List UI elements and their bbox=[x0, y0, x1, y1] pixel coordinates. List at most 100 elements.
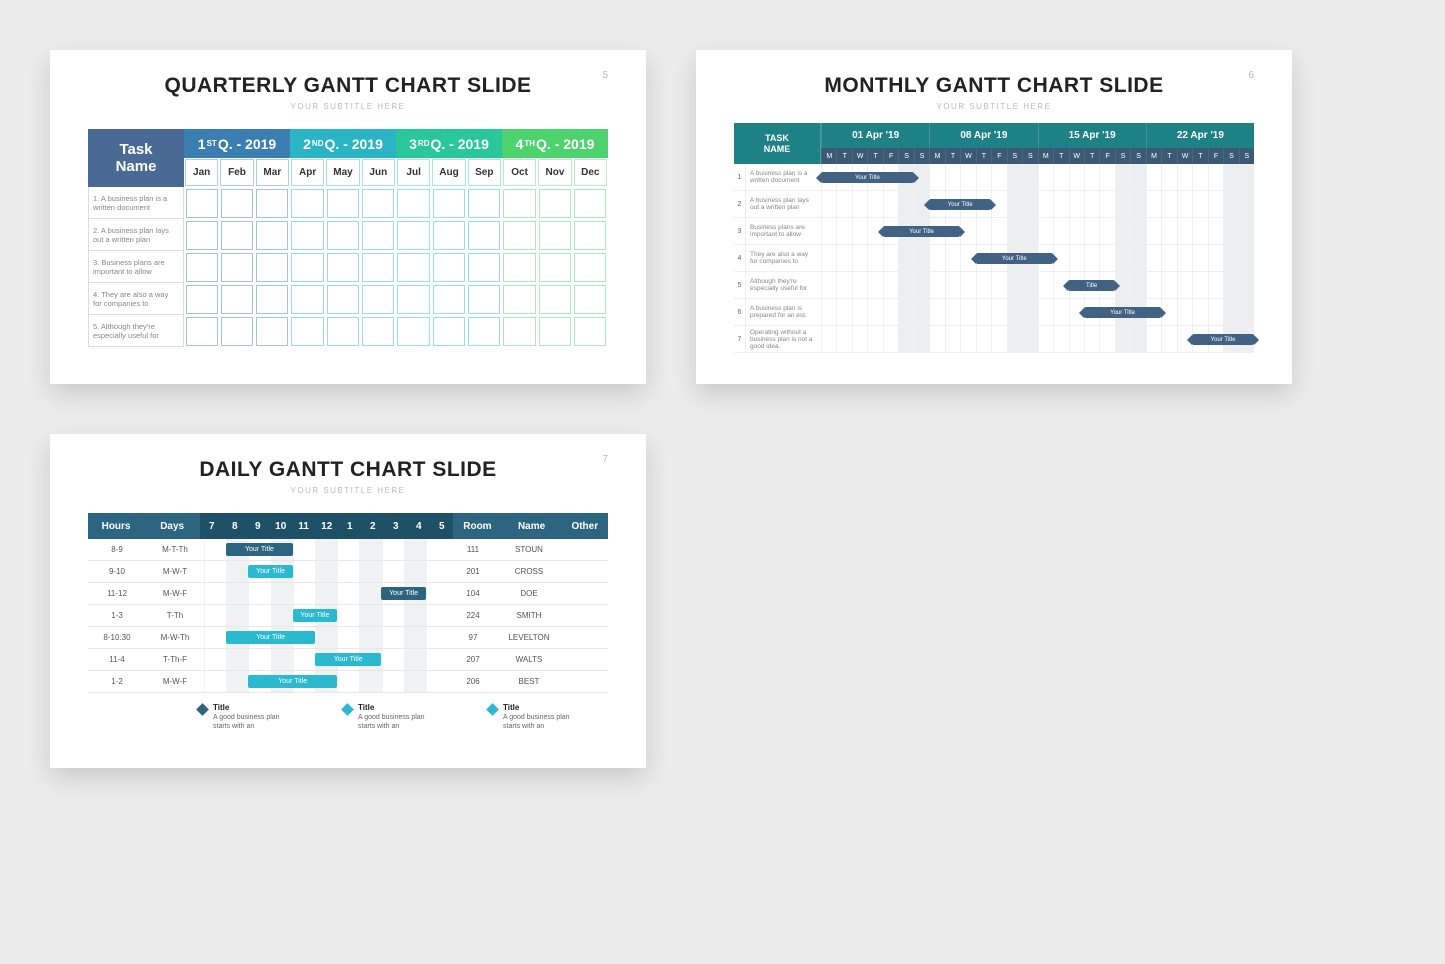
day-header: M bbox=[1146, 148, 1161, 164]
day-header: S bbox=[1130, 148, 1145, 164]
gantt-cell bbox=[821, 245, 836, 271]
diamond-icon bbox=[341, 703, 354, 716]
task-number: 2 bbox=[734, 191, 746, 217]
gantt-cell bbox=[991, 299, 1006, 325]
month-header: Jun bbox=[362, 159, 395, 186]
gantt-cell bbox=[1239, 245, 1254, 271]
gantt-grid: Title bbox=[821, 272, 1254, 298]
cell-days: T-Th bbox=[146, 605, 204, 626]
gantt-cell bbox=[404, 561, 426, 582]
gantt-cell bbox=[468, 285, 500, 314]
gantt-cell bbox=[852, 299, 867, 325]
gantt-cell bbox=[433, 221, 465, 250]
cell-room: 201 bbox=[448, 561, 498, 582]
gantt-cell bbox=[929, 245, 944, 271]
gantt-cell bbox=[359, 627, 381, 648]
gantt-cell bbox=[945, 245, 960, 271]
gantt-cell bbox=[204, 671, 226, 692]
task-number: 3 bbox=[734, 218, 746, 244]
cell-room: 97 bbox=[448, 627, 498, 648]
gantt-cell bbox=[433, 253, 465, 282]
week-header: 15 Apr '19 bbox=[1038, 123, 1146, 148]
daily-header-row: Hours Days 78910111212345 Room Name Othe… bbox=[88, 513, 608, 539]
gantt-cell bbox=[291, 189, 323, 218]
gantt-cell bbox=[1022, 191, 1037, 217]
day-header: S bbox=[1007, 148, 1022, 164]
gantt-bar: Your Title bbox=[883, 226, 960, 237]
gantt-cell bbox=[1192, 299, 1207, 325]
gantt-cell bbox=[327, 221, 359, 250]
gantt-cell bbox=[574, 285, 606, 314]
gantt-cell bbox=[898, 191, 913, 217]
gantt-cell bbox=[867, 272, 882, 298]
task-label: Business plans are important to allow bbox=[746, 218, 821, 244]
slide-title: QUARTERLY GANTT CHART SLIDE bbox=[88, 74, 608, 98]
slide-gallery: 5 QUARTERLY GANTT CHART SLIDE YOUR SUBTI… bbox=[50, 50, 1395, 768]
task-number: 5 bbox=[734, 272, 746, 298]
slide-title: DAILY GANTT CHART SLIDE bbox=[88, 458, 608, 482]
gantt-cell bbox=[291, 253, 323, 282]
task-row: 6A business plan is prepared for an est. bbox=[734, 299, 821, 326]
gantt-bars-area: .db5::before{border-right-color:#2bb9cf}… bbox=[204, 649, 448, 670]
gantt-bar: Your Title bbox=[821, 172, 914, 183]
gantt-cell bbox=[883, 272, 898, 298]
slide-monthly: 6 MONTHLY GANTT CHART SLIDE YOUR SUBTITL… bbox=[696, 50, 1292, 384]
gantt-cell bbox=[991, 164, 1006, 190]
gantt-cell bbox=[574, 221, 606, 250]
gantt-bar: Your Title bbox=[1192, 334, 1254, 345]
month-header: Jan bbox=[185, 159, 218, 186]
gantt-cell bbox=[226, 583, 248, 604]
gantt-bars-area: .db6::before{border-right-color:#2bb9cf}… bbox=[204, 671, 448, 692]
gantt-cell bbox=[1115, 326, 1130, 352]
gantt-cell bbox=[1239, 164, 1254, 190]
task-label: A business plan is a written document bbox=[746, 164, 821, 190]
gantt-grid: Your Title bbox=[821, 164, 1254, 190]
cell-room: 111 bbox=[448, 539, 498, 560]
month-header: Dec bbox=[574, 159, 607, 186]
cell-hours: 8-10:30 bbox=[88, 627, 146, 648]
gantt-cell bbox=[291, 221, 323, 250]
gantt-cell bbox=[1223, 299, 1238, 325]
diamond-icon bbox=[196, 703, 209, 716]
day-header: S bbox=[898, 148, 913, 164]
gantt-cell bbox=[574, 189, 606, 218]
hour-header: 11 bbox=[292, 513, 315, 539]
cell-name: LEVELTON bbox=[498, 627, 560, 648]
cell-hours: 11-12 bbox=[88, 583, 146, 604]
gantt-cell bbox=[293, 539, 315, 560]
gantt-cell bbox=[382, 649, 404, 670]
legend-text: TitleA good business plan starts with an bbox=[358, 703, 438, 732]
gantt-cell bbox=[852, 272, 867, 298]
gantt-cell bbox=[503, 189, 535, 218]
gantt-bar: Your Title bbox=[929, 199, 991, 210]
day-header: F bbox=[991, 148, 1006, 164]
gantt-cell bbox=[821, 326, 836, 352]
slide-number: 7 bbox=[602, 454, 608, 465]
gantt-bars-area: .db3::before{border-right-color:#2bb9cf}… bbox=[204, 605, 448, 626]
gantt-cell bbox=[433, 189, 465, 218]
gantt-cell bbox=[1069, 191, 1084, 217]
task-label: Operating without a business plan is not… bbox=[746, 326, 821, 352]
gantt-cell bbox=[337, 561, 359, 582]
gantt-cell bbox=[898, 326, 913, 352]
task-row: 5Although they're especially useful for bbox=[734, 272, 821, 299]
gantt-grid-row: Your Title bbox=[821, 326, 1254, 353]
cell-days: M-W-T bbox=[146, 561, 204, 582]
daily-row: 11-4 T-Th-F .db5::before{border-right-co… bbox=[88, 649, 608, 671]
gantt-cell bbox=[359, 671, 381, 692]
gantt-cell bbox=[248, 649, 270, 670]
task-name-header: Task Name bbox=[88, 129, 184, 187]
gantt-cell bbox=[315, 627, 337, 648]
gantt-cell bbox=[426, 627, 448, 648]
gantt-cell bbox=[256, 285, 288, 314]
day-header: T bbox=[1192, 148, 1207, 164]
hour-header: 1 bbox=[338, 513, 361, 539]
gantt-cell bbox=[1239, 299, 1254, 325]
gantt-cell bbox=[426, 583, 448, 604]
gantt-cell bbox=[256, 253, 288, 282]
gantt-cell bbox=[221, 285, 253, 314]
gantt-cell bbox=[867, 326, 882, 352]
gantt-cell bbox=[359, 605, 381, 626]
gantt-cell bbox=[362, 317, 394, 346]
gantt-cell bbox=[852, 218, 867, 244]
